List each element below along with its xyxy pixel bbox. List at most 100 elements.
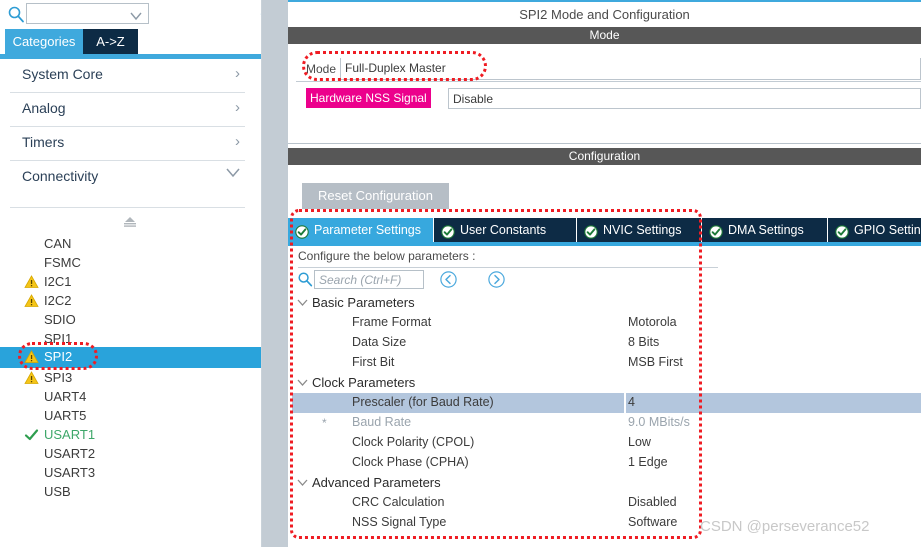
param-value: 4 [628,395,635,409]
search-icon [297,271,313,287]
table-row[interactable]: Frame Format Motorola [292,313,921,333]
chevron-down-icon [226,165,240,182]
sidebar-item-label: System Core [22,66,103,82]
peripheral-label: CAN [44,236,72,251]
list-item[interactable]: UART5 [0,407,261,426]
check-circle-icon [835,223,849,239]
tab-label: NVIC Settings [603,223,682,237]
param-name: Clock Polarity (CPOL) [352,435,475,449]
tab-label: GPIO Settin [854,223,921,237]
spi2-config-panel: SPI2 Mode and Configuration Mode Mode Fu… [288,0,921,547]
table-row[interactable]: CRC Calculation Disabled [292,493,921,513]
configuration-section-body: Reset Configuration Parameter Settings U… [288,165,921,547]
mode-section-body: Mode Full-Duplex Master Hardware NSS Sig… [288,44,921,144]
peripheral-label: USART1 [44,427,96,442]
mode-select[interactable]: Full-Duplex Master [340,58,921,80]
sidebar-item-analog[interactable]: Analog › [0,93,261,126]
list-item[interactable]: USART2 [0,445,261,464]
sidebar-item-label: Timers [22,134,65,150]
peripheral-label: FSMC [44,255,81,270]
check-circle-icon [584,223,598,239]
list-item[interactable]: SDIO [0,311,261,330]
tab-categories[interactable]: Categories [5,29,83,54]
mode-label: Mode [306,62,337,76]
tab-gpio-settings[interactable]: GPIO Settin [828,218,921,242]
param-value: Software [628,515,678,529]
section-header-configuration: Configuration [288,148,921,165]
table-row[interactable]: Clock Phase (CPHA) 1 Edge [292,453,921,473]
list-item[interactable]: USB [0,483,261,502]
reset-configuration-button[interactable]: Reset Configuration [302,183,449,209]
prescaler-edit-caret [624,393,626,413]
sidebar-item-timers[interactable]: Timers › [0,127,261,160]
hardware-nss-row: Hardware NSS Signal Disable [296,88,921,110]
param-group-clock[interactable]: Clock Parameters [292,373,921,393]
chevron-down-icon[interactable] [297,376,308,390]
tab-parameter-settings[interactable]: Parameter Settings [288,218,434,242]
param-name: Prescaler (for Baud Rate) [352,395,494,409]
chevron-right-circle-icon[interactable] [488,271,505,288]
check-circle-icon [441,223,455,239]
table-row: * Baud Rate 9.0 MBits/s [292,413,921,433]
peripheral-label: SPI2 [44,349,73,364]
chevron-down-icon[interactable] [130,10,142,24]
sidebar-item-usart1[interactable]: USART1 [0,426,261,445]
chevron-down-icon[interactable] [297,476,308,490]
param-name: Basic Parameters [312,295,415,310]
chevron-down-icon[interactable] [297,296,308,310]
tab-user-constants[interactable]: User Constants [434,218,577,242]
sidebar-item-system-core[interactable]: System Core › [0,59,261,92]
param-name: NSS Signal Type [352,515,447,529]
categories-panel: Categories A->Z System Core › Analog › T… [0,0,262,547]
param-group-basic[interactable]: Basic Parameters [292,293,921,313]
chevron-left-circle-icon[interactable] [440,271,457,288]
table-row[interactable]: Data Size 8 Bits [292,333,921,353]
tab-a-to-z[interactable]: A->Z [83,29,138,54]
tab-dma-settings[interactable]: DMA Settings [702,218,828,242]
param-value: Low [628,435,651,449]
check-icon [24,428,39,442]
param-value: 9.0 MBits/s [628,415,690,429]
peripheral-label: SPI1 [44,331,73,346]
sidebar-item-connectivity[interactable]: Connectivity [0,161,261,194]
parameter-search-placeholder: Search (Ctrl+F) [319,273,402,287]
peripheral-label: I2C1 [44,274,72,289]
table-row[interactable]: Clock Polarity (CPOL) Low [292,433,921,453]
warning-icon [24,275,39,289]
list-item[interactable]: USART3 [0,464,261,483]
param-name: Frame Format [352,315,432,329]
list-item[interactable]: UART4 [0,388,261,407]
readonly-marker: * [322,416,327,430]
sidebar-search-input[interactable] [26,3,149,24]
tab-nvic-settings[interactable]: NVIC Settings [577,218,702,242]
hardware-nss-label: Hardware NSS Signal [306,88,431,108]
list-item[interactable]: SPI3 [0,369,261,388]
warning-icon [24,371,39,385]
peripheral-label: UART5 [44,408,87,423]
peripheral-label: UART4 [44,389,87,404]
list-item[interactable]: FSMC [0,254,261,273]
table-row-prescaler[interactable]: Prescaler (for Baud Rate) 4 [292,393,921,413]
section-header-mode: Mode [288,27,921,44]
hardware-nss-select[interactable]: Disable [448,88,921,109]
divider [10,207,245,208]
table-row[interactable]: First Bit MSB First [292,353,921,373]
list-item[interactable]: I2C2 [0,292,261,311]
peripheral-label: USB [44,484,71,499]
parameter-search-input[interactable]: Search (Ctrl+F) [314,270,424,289]
param-value: Disabled [628,495,677,509]
parameter-settings-pane: Configure the below parameters : Search … [292,246,921,546]
chevron-right-icon: › [235,65,240,82]
peripheral-label: USART3 [44,465,96,480]
param-value: 8 Bits [628,335,660,349]
sidebar-item-spi2[interactable]: SPI2 [0,347,261,368]
collapse-handle[interactable] [118,216,142,228]
list-item[interactable]: I2C1 [0,273,261,292]
param-name: Baud Rate [352,415,412,429]
param-group-advanced[interactable]: Advanced Parameters [292,473,921,493]
divider [298,267,718,268]
check-circle-icon [295,223,309,239]
hardware-nss-value: Disable [453,92,494,106]
param-value: 1 Edge [628,455,668,469]
list-item[interactable]: CAN [0,235,261,254]
